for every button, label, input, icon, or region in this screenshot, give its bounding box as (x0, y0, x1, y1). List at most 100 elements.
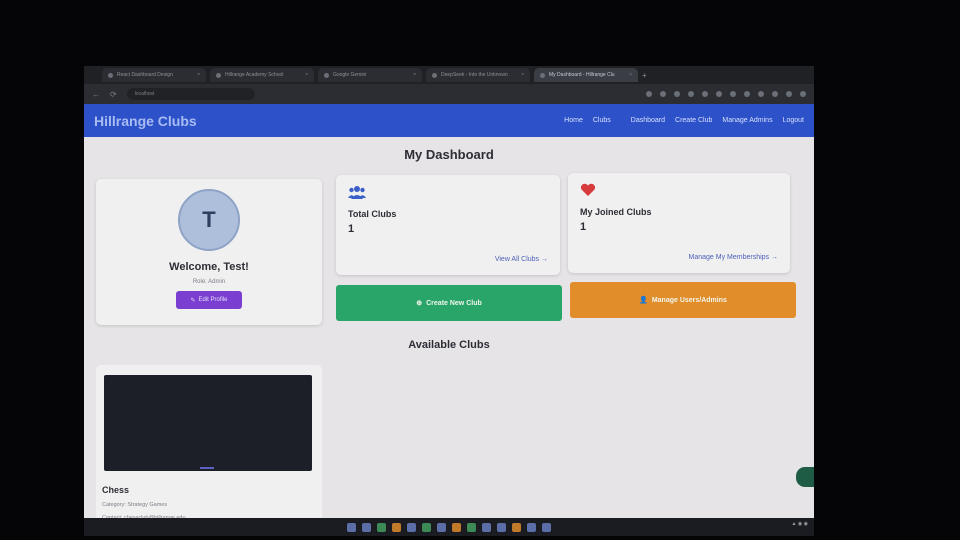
system-tray[interactable]: ▲ ◉ ◉ (792, 521, 808, 533)
close-icon[interactable]: × (629, 72, 632, 78)
extension-icon[interactable] (674, 91, 680, 97)
create-new-club-label: Create New Club (426, 299, 482, 307)
extension-icon[interactable] (688, 91, 694, 97)
taskbar-app-icon[interactable] (407, 522, 416, 532)
tab-label: My Dashboard - Hillrange Clu (549, 72, 615, 78)
joined-clubs-card: My Joined Clubs 1 Manage My Memberships … (568, 173, 790, 273)
club-image (104, 375, 312, 471)
address-bar[interactable]: localhost (126, 88, 255, 100)
edit-profile-button[interactable]: ✎ Edit Profile (176, 291, 242, 309)
extension-icon[interactable] (772, 91, 778, 97)
extension-icon[interactable] (800, 91, 806, 97)
close-icon[interactable]: × (413, 72, 416, 78)
taskbar-app-icon[interactable] (482, 522, 491, 532)
available-clubs-title: Available Clubs (408, 339, 490, 351)
nav-links: Home Clubs Dashboard Create Club Manage … (564, 117, 804, 124)
chat-widget-icon[interactable] (796, 467, 814, 487)
tab-favicon-icon (432, 72, 437, 78)
extension-icon[interactable] (660, 91, 666, 97)
total-clubs-card: Total Clubs 1 View All Clubs → (336, 175, 560, 275)
welcome-text: Welcome, Test! (169, 261, 249, 273)
club-category: Category: Strategy Games (102, 502, 168, 508)
plus-circle-icon: ⊕ (416, 300, 423, 307)
joined-clubs-value: 1 (580, 221, 587, 233)
browser-tab-bar: React Dashboard Design × Hillrange Academ… (84, 66, 814, 84)
tab-favicon-icon (216, 72, 221, 78)
heart-icon (580, 183, 596, 200)
browser-tab[interactable]: DeepSeek - Into the Unknown × (426, 68, 530, 82)
refresh-icon[interactable]: ⟳ (110, 90, 117, 99)
tab-label: React Dashboard Design (117, 72, 173, 78)
app-navbar: Hillrange Clubs Home Clubs Dashboard Cre… (84, 104, 814, 137)
start-icon[interactable] (347, 522, 356, 532)
dashboard-content: My Dashboard T Welcome, Test! Role: Admi… (84, 137, 814, 536)
tab-label: Hillrange Academy School (225, 72, 284, 78)
nav-home[interactable]: Home (564, 117, 583, 124)
taskbar-app-icon[interactable] (467, 522, 476, 532)
address-text: localhost (134, 91, 155, 97)
club-card[interactable]: Chess Category: Strategy Games Contact: … (96, 365, 322, 536)
extension-icon[interactable] (730, 91, 736, 97)
nav-create-club[interactable]: Create Club (675, 117, 712, 124)
extension-icon[interactable] (744, 91, 750, 97)
nav-clubs[interactable]: Clubs (593, 117, 611, 124)
taskbar-app-icon[interactable] (452, 522, 461, 532)
tab-favicon-icon (540, 72, 545, 78)
taskbar-app-icon[interactable] (422, 522, 431, 532)
joined-clubs-label: My Joined Clubs (580, 207, 652, 217)
user-cog-icon: 👤 (639, 297, 648, 304)
profile-card: T Welcome, Test! Role: Admin ✎ Edit Prof… (96, 179, 322, 325)
tab-label: DeepSeek - Into the Unknown (441, 72, 508, 78)
view-all-clubs-link[interactable]: View All Clubs → (495, 256, 548, 263)
nav-dashboard[interactable]: Dashboard (631, 117, 665, 124)
extensions-bar (646, 91, 806, 97)
nav-logout[interactable]: Logout (783, 117, 804, 124)
taskbar-app-icon[interactable] (362, 522, 371, 532)
extension-icon[interactable] (786, 91, 792, 97)
taskbar-app-icon[interactable] (437, 522, 446, 532)
close-icon[interactable]: × (197, 72, 200, 78)
taskbar-app-icon[interactable] (542, 522, 551, 532)
extension-icon[interactable] (716, 91, 722, 97)
browser-tab[interactable]: Hillrange Academy School × (210, 68, 314, 82)
close-icon[interactable]: × (521, 72, 524, 78)
taskbar-app-icon[interactable] (527, 522, 536, 532)
club-name: Chess (102, 485, 130, 495)
club-image-accent (200, 467, 214, 469)
manage-users-button[interactable]: 👤 Manage Users/Admins (570, 282, 796, 318)
total-clubs-label: Total Clubs (348, 209, 397, 219)
taskbar-app-icon[interactable] (512, 522, 521, 532)
create-new-club-button[interactable]: ⊕ Create New Club (336, 285, 562, 321)
browser-toolbar: ← ⟳ localhost (84, 84, 814, 104)
brand-logo[interactable]: Hillrange Clubs (94, 113, 197, 129)
browser-tab[interactable]: React Dashboard Design × (102, 68, 206, 82)
close-icon[interactable]: × (305, 72, 308, 78)
taskbar-app-icon[interactable] (392, 522, 401, 532)
browser-tab-active[interactable]: My Dashboard - Hillrange Clu × (534, 68, 638, 82)
os-taskbar: ▲ ◉ ◉ (84, 518, 814, 536)
nav-manage-admins[interactable]: Manage Admins (722, 117, 772, 124)
extension-icon[interactable] (758, 91, 764, 97)
laptop-screen: React Dashboard Design × Hillrange Academ… (84, 66, 814, 536)
manage-users-label: Manage Users/Admins (651, 296, 727, 304)
back-icon[interactable]: ← (92, 90, 100, 99)
heart-icon-svg (580, 183, 596, 196)
role-text: Role: Admin (192, 279, 226, 285)
page-title: My Dashboard (404, 147, 494, 162)
edit-profile-label: Edit Profile (198, 297, 228, 303)
users-icon (348, 185, 366, 202)
users-icon-svg (348, 186, 366, 199)
tab-label: Google Gemini (333, 72, 367, 78)
tab-favicon-icon (324, 72, 329, 78)
new-tab-icon[interactable]: + (642, 71, 647, 80)
total-clubs-value: 1 (348, 223, 355, 235)
taskbar-app-icon[interactable] (497, 522, 506, 532)
edit-icon: ✎ (190, 297, 196, 304)
extension-icon[interactable] (702, 91, 708, 97)
extension-icon[interactable] (646, 91, 652, 97)
browser-tab[interactable]: Google Gemini × (318, 68, 422, 82)
tab-favicon-icon (108, 72, 113, 78)
manage-memberships-link[interactable]: Manage My Memberships → (689, 254, 778, 261)
avatar: T (178, 189, 240, 251)
taskbar-app-icon[interactable] (377, 522, 386, 532)
